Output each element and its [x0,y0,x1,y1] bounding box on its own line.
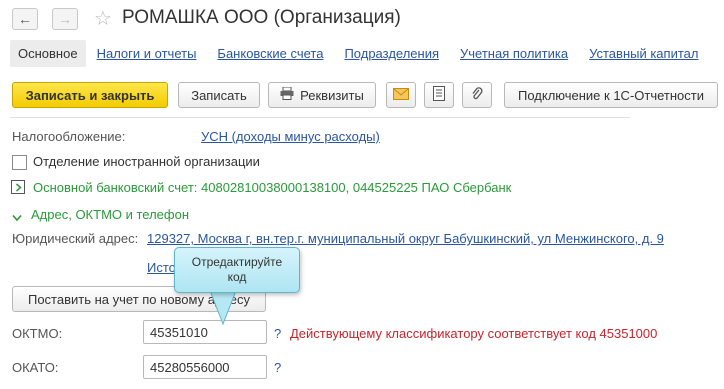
address-section-header[interactable]: Адрес, ОКТМО и телефон [31,207,189,222]
page-title: РОМАШКА ООО (Организация) [122,7,401,28]
save-button[interactable]: Записать [178,82,260,108]
arrow-left-icon: ← [18,11,32,27]
envelope-icon [393,87,409,103]
back-button[interactable]: ← [12,8,38,30]
tooltip-line-2: код [227,270,247,284]
connect-1c-reporting-button[interactable]: Подключение к 1С-Отчетности [504,82,718,108]
tab-authorized-capital[interactable]: Уставный капитал [589,46,698,61]
chevron-right-icon [15,180,22,195]
document-button[interactable] [424,82,454,108]
tab-main[interactable]: Основное [10,39,86,67]
foreign-org-checkbox[interactable] [12,155,27,170]
okato-label: ОКАТО: [12,360,59,375]
oktmo-label: ОКТМО: [12,326,63,341]
printer-icon [280,86,294,103]
bank-account-section[interactable]: Основной банковский счет: 40802810038000… [33,180,511,195]
address-history-link[interactable]: Исто [147,260,176,275]
tooltip-line-1: Отредактируйте [191,255,283,269]
tab-accounting-policy[interactable]: Учетная политика [460,46,568,61]
foreign-org-label: Отделение иностранной организации [33,154,260,169]
tab-taxes-reports[interactable]: Налоги и отчеты [97,46,197,61]
oktmo-help-icon[interactable]: ? [274,326,281,341]
attachments-button[interactable] [462,82,492,108]
tab-bank-accounts[interactable]: Банковские счета [217,46,323,61]
forward-button[interactable]: → [52,8,78,30]
save-and-close-button[interactable]: Записать и закрыть [12,82,168,108]
legal-address-label: Юридический адрес: [12,231,139,246]
tab-subdivisions[interactable]: Подразделения [344,46,439,61]
okato-input[interactable] [143,355,267,379]
toolbar-divider [10,117,630,118]
arrow-right-icon: → [58,11,72,27]
star-icon[interactable]: ☆ [94,6,112,31]
bank-account-expand-toggle[interactable] [11,180,25,194]
taxation-label: Налогообложение: [12,129,126,144]
taxation-link[interactable]: УСН (доходы минус расходы) [201,129,380,144]
document-icon [433,86,445,104]
tab-bar: Основное Налоги и отчеты Банковские счет… [10,39,719,67]
send-email-button[interactable] [386,82,416,108]
chevron-down-icon[interactable] [12,210,22,225]
okato-help-icon[interactable]: ? [274,360,281,375]
requisites-button[interactable]: Реквизиты [268,82,376,108]
paperclip-icon [471,86,483,104]
requisites-label: Реквизиты [300,87,364,103]
oktmo-warning: Действующему классификатору соответствуе… [290,326,658,341]
edit-code-tooltip: Отредактируйте код [174,247,300,293]
legal-address-link[interactable]: 129327, Москва г, вн.тер.г. муниципальны… [147,231,664,246]
tooltip-pointer [208,288,238,326]
